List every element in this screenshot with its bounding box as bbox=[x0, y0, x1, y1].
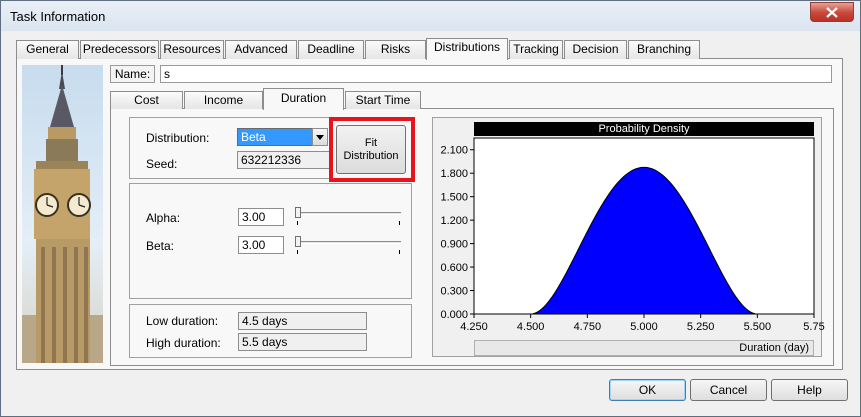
x-tick-label: 5.000 bbox=[630, 321, 658, 333]
tab-resources[interactable]: Resources bbox=[160, 40, 224, 59]
window-title: Task Information bbox=[10, 9, 106, 24]
beta-label: Beta: bbox=[146, 239, 175, 253]
alpha-slider[interactable] bbox=[293, 207, 403, 225]
y-tick-label: 1.500 bbox=[440, 192, 468, 204]
y-tick-label: 0.600 bbox=[440, 262, 468, 274]
y-tick-label: 0.300 bbox=[440, 286, 468, 298]
x-tick-label: 5.250 bbox=[687, 321, 715, 333]
alpha-slider-thumb[interactable] bbox=[295, 207, 301, 218]
tab-general[interactable]: General bbox=[16, 40, 79, 59]
distribution-dropdown-button[interactable] bbox=[312, 128, 328, 146]
fit-distribution-label-line2: Distribution bbox=[343, 150, 399, 162]
tab-risks[interactable]: Risks bbox=[365, 40, 426, 59]
tab-distributions[interactable]: Distributions bbox=[426, 38, 508, 60]
x-tick-label: 5.75 bbox=[803, 321, 824, 333]
beta-input[interactable]: 3.00 bbox=[238, 236, 284, 254]
y-tick-label: 1.800 bbox=[440, 168, 468, 180]
ok-button[interactable]: OK bbox=[609, 379, 686, 401]
clock-tower-illustration bbox=[22, 65, 103, 363]
seed-field[interactable]: 632212336 bbox=[237, 151, 330, 169]
help-button[interactable]: Help bbox=[771, 379, 848, 401]
beta-slider-thumb[interactable] bbox=[295, 236, 301, 247]
beta-slider-track bbox=[297, 241, 401, 244]
subtab-start-time[interactable]: Start Time bbox=[345, 91, 421, 109]
distribution-label: Distribution: bbox=[146, 131, 210, 145]
tab-tracking[interactable]: Tracking bbox=[509, 40, 563, 59]
slider-tick bbox=[297, 250, 298, 254]
beta-slider[interactable] bbox=[293, 236, 403, 254]
tab-decision[interactable]: Decision bbox=[564, 40, 627, 59]
low-duration-label: Low duration: bbox=[146, 314, 219, 328]
subtab-income[interactable]: Income bbox=[184, 91, 263, 109]
y-tick-label: 0.000 bbox=[440, 309, 468, 321]
title-bar[interactable]: Task Information bbox=[1, 1, 860, 31]
x-tick-label: 4.250 bbox=[460, 321, 488, 333]
chevron-down-icon bbox=[316, 135, 324, 140]
y-tick-label: 1.200 bbox=[440, 215, 468, 227]
seed-label: Seed: bbox=[146, 157, 178, 171]
tab-advanced[interactable]: Advanced bbox=[225, 40, 297, 59]
slider-tick bbox=[399, 221, 400, 225]
high-duration-field[interactable]: 5.5 days bbox=[238, 333, 367, 351]
close-button[interactable] bbox=[810, 2, 854, 22]
x-tick-label: 4.750 bbox=[574, 321, 602, 333]
subtab-cost[interactable]: Cost bbox=[110, 91, 183, 109]
x-tick-label: 5.500 bbox=[744, 321, 772, 333]
tab-predecessors[interactable]: Predecessors bbox=[80, 40, 159, 59]
distribution-select[interactable]: Beta bbox=[237, 128, 313, 146]
fit-distribution-button[interactable]: Fit Distribution bbox=[336, 125, 406, 174]
alpha-input[interactable]: 3.00 bbox=[238, 208, 284, 226]
high-duration-label: High duration: bbox=[146, 336, 221, 350]
low-duration-field[interactable]: 4.5 days bbox=[238, 312, 367, 330]
tab-branching[interactable]: Branching bbox=[628, 40, 700, 59]
name-input[interactable]: s bbox=[160, 65, 832, 83]
alpha-label: Alpha: bbox=[146, 211, 181, 225]
alpha-slider-track bbox=[297, 212, 401, 215]
name-label: Name: bbox=[110, 65, 155, 83]
density-plot: 0.000 0.300 0.600 0.900 1.200 1.500 1.800 2.100… bbox=[440, 137, 825, 333]
cancel-button[interactable]: Cancel bbox=[690, 379, 767, 401]
slider-tick bbox=[399, 250, 400, 254]
slider-tick bbox=[297, 221, 298, 225]
chart-title: Probability Density bbox=[474, 122, 814, 136]
tab-deadline[interactable]: Deadline bbox=[298, 40, 364, 59]
close-icon bbox=[826, 7, 838, 18]
subtab-duration[interactable]: Duration bbox=[263, 88, 344, 110]
x-tick-label: 4.500 bbox=[517, 321, 545, 333]
x-axis-label: Duration (day) bbox=[474, 340, 814, 356]
big-ben-image bbox=[22, 65, 103, 363]
fit-distribution-label-line1: Fit bbox=[364, 137, 378, 149]
y-tick-label: 2.100 bbox=[440, 145, 468, 157]
y-tick-label: 0.900 bbox=[440, 239, 468, 251]
